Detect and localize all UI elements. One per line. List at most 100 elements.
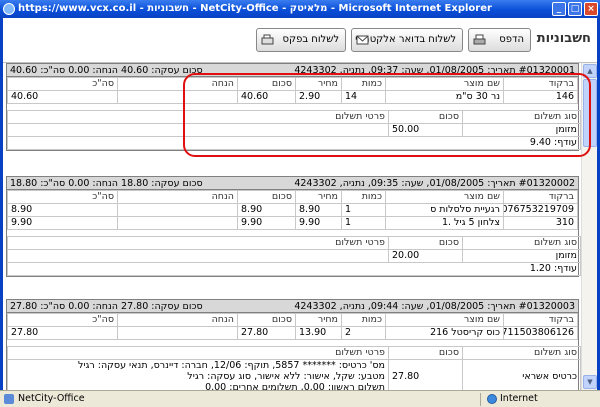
payments-table: סוג תשלום סכום פרטי תשלום מזומן 20.00 עודף: 1… xyxy=(7,236,581,276)
ie-logo-icon xyxy=(3,3,15,15)
table-row[interactable]: 076753219709 רגעיית סלסלות ס 1 8.90 8.90 8.90 xyxy=(7,203,578,217)
payments-header-row: סוג תשלום סכום פרטי תשלום xyxy=(7,346,581,360)
column-header: סה"כ xyxy=(7,313,118,327)
items-header-row: ברקוד שם מוצר כמות מחיר סכום הנחה סה"כ xyxy=(7,190,578,204)
table-cell xyxy=(117,216,238,230)
invoice-header: #01320002 תאריך: 01/08/2005, שעה: 09:35,… xyxy=(7,177,578,190)
column-header: כמות xyxy=(341,313,386,327)
payment-cell: מס' כרטיס: ******* 5857, תוקף: 12/06, חב… xyxy=(7,359,389,390)
payment-row[interactable]: מזומן 20.00 xyxy=(7,249,581,263)
invoice-header-details: #01320002 תאריך: 01/08/2005, שעה: 09:35,… xyxy=(294,178,575,189)
table-cell xyxy=(117,90,238,104)
column-header: ברקוד xyxy=(503,190,578,204)
table-cell: 40.60 xyxy=(237,90,296,104)
table-cell: 14 xyxy=(341,90,386,104)
table-row[interactable]: 146 נר 30 ס"מ 14 2.90 40.60 40.60 xyxy=(7,90,578,104)
items-table: ברקוד שם מוצר כמות מחיר סכום הנחה סה"כ 146 נר 30… xyxy=(7,77,578,104)
scroll-down-icon[interactable]: ▼ xyxy=(583,375,597,389)
close-button[interactable]: × xyxy=(584,2,598,16)
payment-row[interactable]: כרטיס אשראי 27.80 מס' כרטיס: ******* 5857,… xyxy=(7,359,581,390)
payment-cell: מזומן xyxy=(462,123,581,137)
column-header: פרטי תשלום xyxy=(7,236,389,250)
table-cell xyxy=(117,203,238,217)
table-cell: רגעיית סלסלות ס xyxy=(385,203,504,217)
payments-header-row: סוג תשלום סכום פרטי תשלום xyxy=(7,110,581,124)
vertical-scrollbar[interactable]: ▲ ▼ xyxy=(581,63,597,390)
column-header: סוג תשלום xyxy=(462,346,581,360)
internet-zone-icon xyxy=(487,394,497,404)
column-header: סה"כ xyxy=(7,190,118,204)
payment-row[interactable]: מזומן 50.00 xyxy=(7,123,581,137)
column-header: סכום xyxy=(388,236,463,250)
table-cell: 9.90 xyxy=(237,216,296,230)
column-header: הנחה xyxy=(117,313,238,327)
column-header: סכום xyxy=(237,190,296,204)
items-table: ברקוד שם מוצר כמות מחיר סכום הנחה סה"כ 07675321… xyxy=(7,190,578,230)
send-fax-label: לשלוח בפקס xyxy=(282,34,340,45)
table-cell: 9.90 xyxy=(7,216,118,230)
send-fax-button[interactable]: לשלוח בפקס xyxy=(256,28,346,52)
payments-table: סוג תשלום סכום פרטי תשלום כרטיס אשראי 27.80 מ… xyxy=(7,346,581,390)
change-row: עודף: 1.20 xyxy=(7,262,581,276)
table-cell: צלחון 5 גיל .1 xyxy=(385,216,504,230)
printer-icon xyxy=(473,34,486,45)
page-icon xyxy=(4,394,14,404)
payments-table: סוג תשלום סכום פרטי תשלום מזומן 50.00 עודף: 9… xyxy=(7,110,581,150)
table-cell: 310 xyxy=(503,216,578,230)
column-header: שם מוצר xyxy=(385,190,504,204)
invoice-card: #01320003 תאריך: 01/08/2005, שעה: 09:44,… xyxy=(6,299,581,390)
table-cell: 13.90 xyxy=(295,326,342,340)
change-amount: עודף: 9.40 xyxy=(7,136,581,150)
table-cell: 1 xyxy=(341,203,386,217)
invoice-toolbar: חשבוניות הדפס לשלוח בדואר אלקטרוני לשלוח… xyxy=(3,18,597,63)
browser-content: חשבוניות הדפס לשלוח בדואר אלקטרוני לשלוח… xyxy=(0,18,600,390)
column-header: כמות xyxy=(341,77,386,91)
page-title: חשבוניות xyxy=(536,31,591,46)
column-header: ברקוד xyxy=(503,77,578,91)
payment-cell: כרטיס אשראי xyxy=(462,359,581,390)
scroll-thumb[interactable] xyxy=(583,79,597,147)
invoice-header-totals: סכום עסקה: 40.60 הנחה: 0.00 סה"כ: 40.60 xyxy=(10,65,203,76)
table-cell: 9.90 xyxy=(295,216,342,230)
column-header: שם מוצר xyxy=(385,77,504,91)
payment-cell xyxy=(7,249,389,263)
column-header: סכום xyxy=(237,77,296,91)
table-row[interactable]: 8711503806126כוס קריסטל 216213.9027.8027… xyxy=(7,326,578,340)
payment-cell: 20.00 xyxy=(388,249,463,263)
table-cell: 8.90 xyxy=(7,203,118,217)
table-cell: 8711503806126 xyxy=(503,326,578,340)
fax-icon xyxy=(261,34,274,45)
column-header: מחיר xyxy=(295,313,342,327)
window-title: https://www.vcx.co.il - חשבוניות - NetCi… xyxy=(18,3,492,14)
payment-cell: 50.00 xyxy=(388,123,463,137)
column-header: הנחה xyxy=(117,77,238,91)
invoice-card: #01320001 תאריך: 01/08/2005, שעה: 09:37,… xyxy=(6,63,581,151)
invoice-header: #01320001 תאריך: 01/08/2005, שעה: 09:37,… xyxy=(7,64,578,77)
table-cell: 1 xyxy=(341,216,386,230)
column-header: סכום xyxy=(237,313,296,327)
column-header: סכום xyxy=(388,346,463,360)
table-row[interactable]: 310 צלחון 5 גיל .1 1 9.90 9.90 9.90 xyxy=(7,216,578,230)
payment-cell xyxy=(7,123,389,137)
invoice-list: #01320001 תאריך: 01/08/2005, שעה: 09:37,… xyxy=(6,63,581,390)
table-cell: 2.90 xyxy=(295,90,342,104)
column-header: סה"כ xyxy=(7,77,118,91)
table-cell: נר 30 ס"מ xyxy=(385,90,504,104)
column-header: הנחה xyxy=(117,190,238,204)
send-email-button[interactable]: לשלוח בדואר אלקטרוני xyxy=(351,28,463,52)
change-amount: עודף: 1.20 xyxy=(7,262,581,276)
security-zone: Internet xyxy=(500,393,538,404)
invoice-header-totals: סכום עסקה: 18.80 הנחה: 0.00 סה"כ: 18.80 xyxy=(10,178,203,189)
column-header: כמות xyxy=(341,190,386,204)
mail-icon xyxy=(356,35,369,45)
column-header: פרטי תשלום xyxy=(7,346,389,360)
table-cell xyxy=(117,326,238,340)
maximize-button[interactable]: □ xyxy=(568,2,582,16)
table-cell: 27.80 xyxy=(7,326,118,340)
column-header: סוג תשלום xyxy=(462,110,581,124)
scroll-up-icon[interactable]: ▲ xyxy=(583,64,597,78)
change-row: עודף: 9.40 xyxy=(7,136,581,150)
print-button[interactable]: הדפס xyxy=(468,28,531,52)
invoice-card: #01320002 תאריך: 01/08/2005, שעה: 09:35,… xyxy=(6,176,581,277)
minimize-button[interactable]: _ xyxy=(552,2,566,16)
